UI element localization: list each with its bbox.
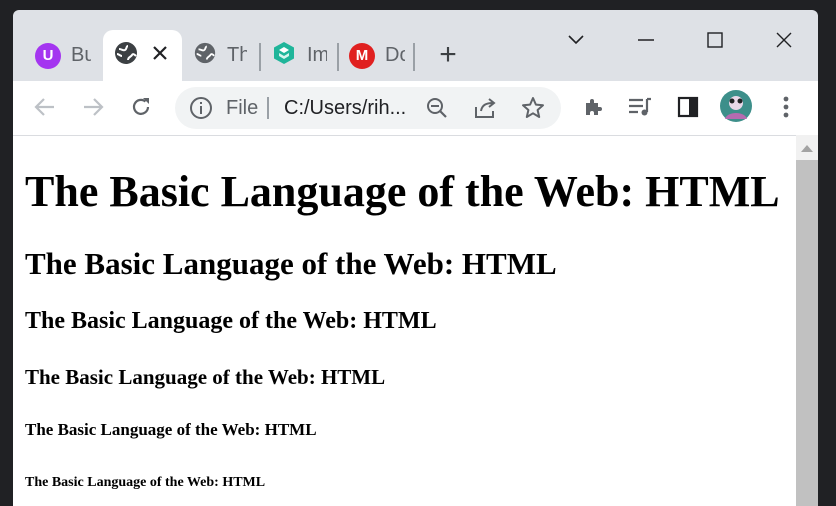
tab-udemy[interactable]: U Bu — [35, 30, 91, 81]
tab-th[interactable]: Th — [193, 30, 247, 81]
browser-toolbar: File C:/Users/rih... — [13, 81, 818, 135]
reload-icon[interactable] — [124, 90, 158, 124]
tab-separator — [337, 43, 339, 71]
heading-h1: The Basic Language of the Web: HTML — [25, 167, 780, 216]
more-menu-icon[interactable] — [769, 90, 803, 124]
tab-title: Im — [307, 44, 327, 66]
extensions-puzzle-icon[interactable] — [577, 90, 611, 124]
udemy-icon: U — [35, 42, 61, 69]
minimize-icon[interactable] — [631, 25, 661, 55]
url-text[interactable]: C:/Users/rih... — [284, 97, 406, 120]
info-icon[interactable] — [189, 96, 213, 125]
tab-separator — [259, 43, 261, 71]
side-panel-icon[interactable] — [671, 90, 705, 124]
zoom-icon[interactable] — [426, 97, 448, 124]
vertical-scrollbar[interactable] — [796, 135, 818, 506]
reading-list-icon[interactable] — [623, 90, 657, 124]
heading-h6: The Basic Language of the Web: HTML — [25, 475, 266, 490]
heading-h2: The Basic Language of the Web: HTML — [25, 246, 557, 281]
udemy-icon-letter: U — [42, 47, 54, 64]
tab-separator — [413, 43, 415, 71]
tab-title: Th — [227, 44, 247, 66]
star-bookmark-icon[interactable] — [521, 96, 545, 125]
scroll-up-arrow-icon[interactable] — [801, 145, 813, 152]
globe-icon — [193, 41, 217, 70]
profile-avatar[interactable] — [719, 89, 753, 123]
mega-icon: M — [349, 42, 375, 69]
gem-icon — [271, 40, 297, 71]
heading-h3: The Basic Language of the Web: HTML — [25, 308, 437, 334]
tab-title: Bu — [71, 44, 91, 66]
close-tab-icon[interactable] — [153, 46, 167, 65]
tab-mega[interactable]: M Do — [349, 30, 405, 81]
share-icon[interactable] — [473, 96, 497, 125]
forward-arrow-icon[interactable] — [76, 90, 110, 124]
scrollbar-thumb[interactable] — [796, 160, 818, 506]
back-arrow-icon[interactable] — [28, 90, 62, 124]
page-content: The Basic Language of the Web: HTML The … — [13, 135, 796, 506]
heading-h5: The Basic Language of the Web: HTML — [25, 420, 317, 439]
heading-h4: The Basic Language of the Web: HTML — [25, 365, 386, 389]
close-window-icon[interactable] — [769, 25, 799, 55]
tab-search-chevron-icon[interactable] — [561, 25, 591, 55]
tab-current[interactable] — [113, 30, 167, 81]
address-bar[interactable]: File C:/Users/rih... — [175, 87, 561, 129]
tab-im[interactable]: Im — [271, 30, 327, 81]
file-scheme-label: File — [226, 97, 259, 119]
tab-strip: U Bu Th Im M Do — [13, 10, 818, 82]
omnibox-divider — [267, 97, 269, 119]
tab-title: Do — [385, 44, 405, 66]
maximize-icon[interactable] — [700, 25, 730, 55]
browser-window: U Bu Th Im M Do — [13, 10, 818, 506]
globe-icon — [113, 40, 139, 71]
mega-icon-letter: M — [355, 47, 369, 64]
new-tab-button[interactable]: + — [433, 40, 463, 71]
